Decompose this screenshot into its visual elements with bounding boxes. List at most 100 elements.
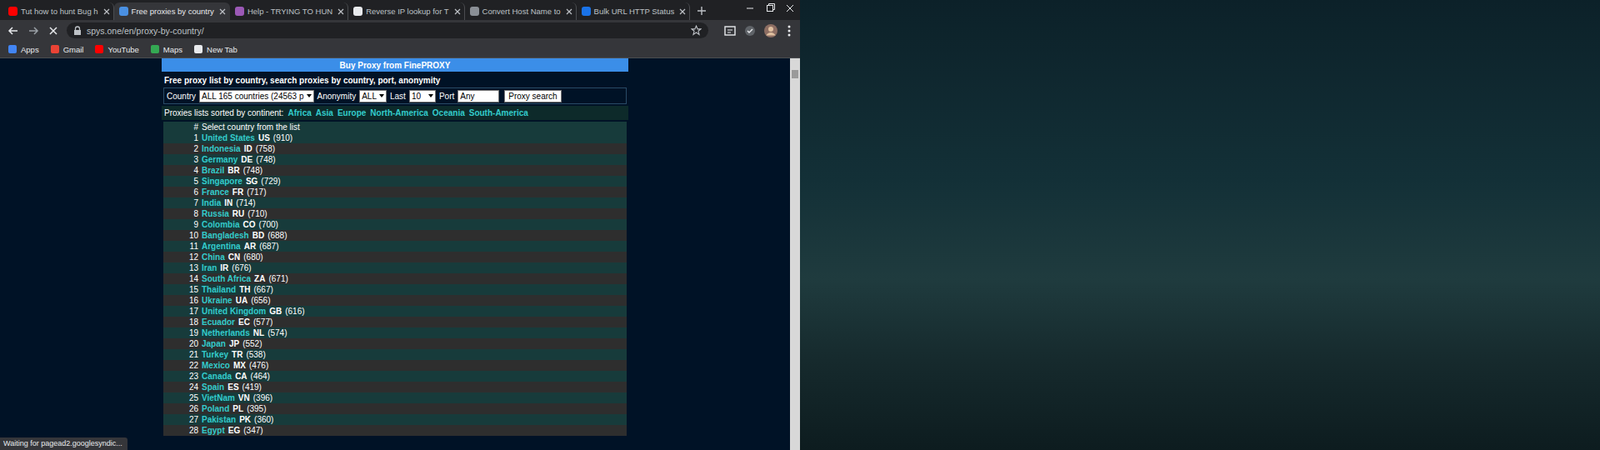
country-name[interactable]: Pakistan	[201, 415, 236, 425]
tab[interactable]: Free proxies by country	[114, 2, 230, 20]
country-row[interactable]: 2 Indonesia ID (758)	[163, 143, 627, 155]
minimize-icon[interactable]	[740, 0, 760, 17]
country-row[interactable]: 19 Netherlands NL (574)	[163, 327, 627, 339]
address-bar[interactable]: spys.one/en/proxy-by-country/	[66, 22, 709, 39]
country-name[interactable]: Thailand	[201, 285, 236, 295]
country-row[interactable]: 9 Colombia CO (700)	[163, 219, 627, 230]
continent-link[interactable]: Europe	[337, 108, 366, 118]
tab[interactable]: Bulk URL HTTP Status	[576, 2, 691, 20]
tab[interactable]: Convert Host Name to	[465, 2, 577, 20]
star-icon[interactable]	[690, 25, 702, 36]
close-icon[interactable]	[679, 8, 686, 15]
country-row[interactable]: 16 Ukraine UA (656)	[163, 295, 627, 306]
country-row[interactable]: 23 Canada CA (464)	[163, 370, 627, 382]
country-row[interactable]: 15 Thailand TH (667)	[163, 284, 627, 295]
country-row[interactable]: 1 United States US (910)	[163, 132, 627, 144]
filter-input[interactable]: Any	[457, 90, 500, 103]
scrollbar-thumb[interactable]	[791, 70, 799, 79]
country-row[interactable]: 26 Poland PL (395)	[163, 403, 627, 415]
country-name[interactable]: Iran	[201, 263, 217, 273]
country-name[interactable]: India	[201, 198, 221, 208]
country-row[interactable]: 14 South Africa ZA (671)	[163, 273, 627, 285]
country-name[interactable]: Indonesia	[201, 144, 241, 154]
country-row[interactable]: 22 Mexico MX (476)	[163, 360, 627, 371]
bookmark[interactable]: Apps	[8, 45, 40, 55]
ad-banner[interactable]: Buy Proxy from FinePROXY	[161, 58, 629, 72]
country-name[interactable]: United Kingdom	[201, 306, 266, 316]
filter-select[interactable]: ALL	[359, 90, 387, 103]
country-row[interactable]: 21 Turkey TR (538)	[163, 349, 627, 360]
country-row[interactable]: 28 Egypt EG (347)	[163, 425, 627, 436]
country-name[interactable]: Bangladesh	[201, 230, 250, 240]
bookmark[interactable]: New Tab	[194, 45, 238, 55]
country-row[interactable]: 20 Japan JP (552)	[163, 338, 627, 350]
country-name[interactable]: Mexico	[201, 360, 230, 370]
back-arrow-icon[interactable]	[6, 24, 20, 38]
close-window-icon[interactable]	[780, 0, 800, 17]
forward-arrow-icon[interactable]	[26, 24, 40, 38]
country-row[interactable]: 5 Singapore SG (729)	[163, 175, 627, 187]
country-row[interactable]: 11 Argentina AR (687)	[163, 240, 627, 252]
country-name[interactable]: Netherlands	[201, 328, 250, 338]
country-row[interactable]: 18 Ecuador EC (577)	[163, 316, 627, 328]
country-name[interactable]: Singapore	[201, 176, 243, 186]
continent-link[interactable]: Asia	[315, 108, 334, 118]
filter-select[interactable]: ALL 165 countries (24563 p	[199, 90, 315, 103]
continent-link[interactable]: Oceania	[432, 108, 465, 118]
country-name[interactable]: China	[201, 252, 225, 262]
country-name[interactable]: Egypt	[201, 425, 225, 435]
avatar-icon[interactable]	[763, 23, 779, 39]
country-row[interactable]: 8 Russia RU (710)	[163, 208, 627, 220]
country-name[interactable]: United States	[201, 133, 255, 143]
continent-link[interactable]: Africa	[287, 108, 311, 118]
close-icon[interactable]	[103, 8, 110, 15]
close-icon[interactable]	[454, 8, 461, 15]
country-name[interactable]: South Africa	[201, 274, 251, 284]
country-row[interactable]: 7 India IN (714)	[163, 197, 627, 209]
country-name[interactable]: France	[201, 187, 230, 197]
country-row[interactable]: 17 United Kingdom GB (616)	[163, 305, 627, 317]
extension-icon[interactable]	[743, 24, 757, 38]
close-icon[interactable]	[337, 8, 345, 15]
country-name[interactable]: Brazil	[201, 165, 225, 175]
continent-link[interactable]: South-America	[469, 108, 529, 118]
menu-icon[interactable]	[785, 24, 794, 38]
stop-icon[interactable]	[46, 24, 60, 38]
close-icon[interactable]	[565, 8, 573, 15]
restore-icon[interactable]	[760, 0, 780, 17]
country-row[interactable]: 25 VietNam VN (396)	[163, 392, 627, 404]
country-row[interactable]: 4 Brazil BR (748)	[163, 165, 627, 176]
bookmark[interactable]: Gmail	[50, 45, 85, 55]
filter-select[interactable]: 10	[409, 90, 436, 103]
tab[interactable]: Tut how to hunt Bug h	[3, 2, 115, 20]
country-row[interactable]: 12 China CN (680)	[163, 251, 627, 263]
country-name[interactable]: Poland	[201, 404, 230, 414]
bookmark[interactable]: Maps	[150, 45, 183, 55]
country-name[interactable]: Argentina	[201, 241, 241, 251]
tab[interactable]: Reverse IP lookup for T	[348, 2, 465, 20]
country-name[interactable]: Russia	[201, 209, 230, 219]
scrollbar[interactable]	[790, 58, 800, 450]
country-row[interactable]: 6 France FR (717)	[163, 186, 627, 198]
country-name[interactable]: Germany	[201, 155, 238, 165]
country-name[interactable]: Ecuador	[201, 317, 235, 327]
tab[interactable]: Help - TRYING TO HUN	[230, 2, 349, 20]
country-row[interactable]: 13 Iran IR (676)	[163, 262, 627, 274]
country-row[interactable]: 10 Bangladesh BD (688)	[163, 230, 627, 241]
country-name[interactable]: Japan	[201, 339, 226, 349]
country-name[interactable]: VietNam	[201, 393, 235, 403]
country-name[interactable]: Canada	[201, 371, 232, 381]
extension-icon[interactable]	[723, 24, 737, 38]
close-icon[interactable]	[219, 8, 226, 15]
country-row[interactable]: 24 Spain ES (419)	[163, 381, 627, 393]
plus-icon[interactable]	[696, 5, 707, 16]
country-row[interactable]: 3 Germany DE (748)	[163, 154, 627, 165]
continent-link[interactable]: North-America	[370, 108, 428, 118]
country-name[interactable]: Ukraine	[201, 295, 233, 305]
country-row[interactable]: 27 Pakistan PK (360)	[163, 414, 627, 425]
country-name[interactable]: Colombia	[201, 220, 240, 230]
bookmark[interactable]: YouTube	[95, 45, 139, 55]
search-button[interactable]: Proxy search	[504, 90, 561, 103]
country-name[interactable]: Spain	[201, 382, 225, 392]
country-name[interactable]: Turkey	[201, 350, 229, 360]
